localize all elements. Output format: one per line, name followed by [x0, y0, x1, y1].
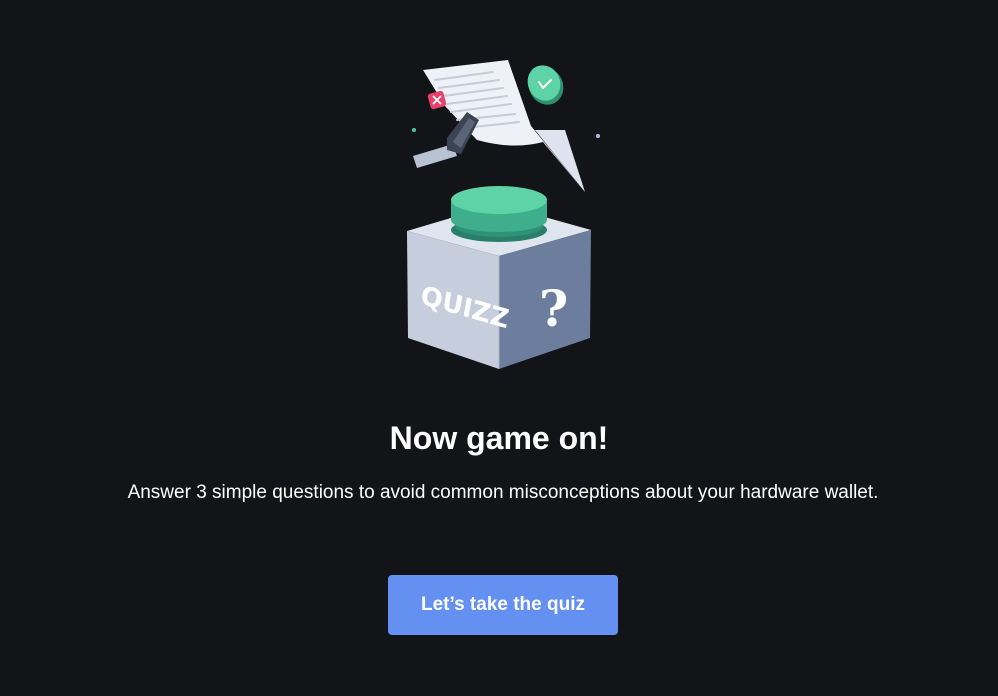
- check-badge-icon: [527, 65, 564, 105]
- decor-dot-green: [412, 128, 416, 132]
- quiz-description: Answer 3 simple questions to avoid commo…: [127, 482, 879, 503]
- page-title: Now game on!: [389, 420, 609, 456]
- quiz-intro-screen: QUIZZ ? Now game on! Answer 3 simple que…: [0, 0, 998, 696]
- quiz-box-illustration: QUIZZ ?: [395, 58, 605, 373]
- hardware-wallet-icon: [413, 112, 479, 168]
- start-quiz-button[interactable]: Let’s take the quiz: [388, 575, 618, 635]
- decor-dot-lavender: [596, 134, 600, 138]
- push-button-icon: [451, 186, 547, 242]
- box-side-text: ?: [539, 279, 568, 338]
